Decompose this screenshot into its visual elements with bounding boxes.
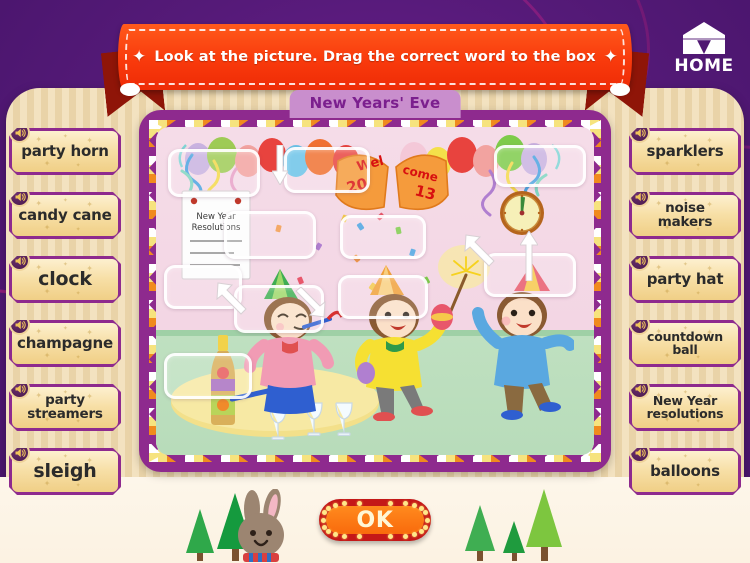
instruction-text: Look at the picture. Drag the correct wo… — [154, 49, 596, 65]
word-card-label: clock — [38, 267, 92, 290]
speaker-icon[interactable] — [9, 378, 30, 399]
marquee-bulb — [387, 500, 393, 506]
speaker-icon[interactable] — [9, 250, 30, 271]
home-button[interactable]: HOME — [668, 14, 740, 76]
marquee-bulb — [419, 529, 425, 535]
word-card[interactable]: ✦ ✦ ✦ ✦ ✦ party hat — [629, 256, 741, 303]
drop-box-confetti[interactable] — [340, 215, 426, 259]
word-card-label: balloons — [650, 461, 720, 480]
drop-box-countdown[interactable] — [494, 145, 586, 187]
word-card-label: noise makers — [657, 199, 713, 230]
picture-frame: Wel 20 come 13 New Year Resolutions — [139, 110, 611, 472]
word-card-column-right: ✦ ✦ ✦ ✦ ✦ sparklers ✦ ✦ ✦ ✦ ✦ noise makers ✦ ✦ ✦ ✦ ✦ party… — [629, 128, 741, 512]
marquee-bulb — [357, 500, 363, 506]
word-card-label: champagne — [17, 333, 113, 352]
ribbon-knob-right — [610, 83, 630, 96]
word-card[interactable]: ✦ ✦ ✦ ✦ ✦ New Year resolutions — [629, 384, 741, 431]
speaker-icon[interactable] — [629, 250, 650, 271]
drop-box-maracas[interactable] — [338, 275, 428, 319]
pine-tree-icon — [465, 505, 495, 561]
clock-icon — [500, 191, 544, 235]
marquee-bulb — [357, 534, 363, 540]
word-card-label: sparklers — [646, 141, 724, 160]
ok-button-inner: OK — [326, 506, 424, 534]
marquee-bulb — [423, 525, 429, 531]
drop-box-champagne[interactable] — [164, 353, 252, 399]
pointer-arrow-right — [272, 145, 288, 185]
ok-label: OK — [356, 507, 394, 533]
star-icon-right: ✦ — [603, 46, 619, 67]
pointer-arrow-diagonal — [464, 234, 495, 267]
word-card[interactable]: ✦ ✦ ✦ ✦ ✦ party horn — [9, 128, 121, 175]
speaker-icon[interactable] — [629, 442, 650, 463]
word-card-label: New Year resolutions — [646, 392, 724, 421]
speaker-icon[interactable] — [629, 314, 650, 335]
marquee-bulb — [325, 529, 331, 535]
lesson-title-tab: New Years' Eve — [289, 90, 461, 118]
word-card[interactable]: ✦ ✦ ✦ ✦ ✦ countdown ball — [629, 320, 741, 367]
speaker-icon[interactable] — [9, 442, 30, 463]
drop-box-streamers[interactable] — [224, 211, 316, 259]
marquee-bulb — [332, 503, 338, 509]
illustration-scene: Wel 20 come 13 New Year Resolutions — [156, 127, 594, 455]
word-card[interactable]: ✦ ✦ ✦ ✦ ✦ sleigh — [9, 448, 121, 495]
marquee-bulb — [321, 525, 327, 531]
speaker-icon[interactable] — [629, 186, 650, 207]
marquee-bulb — [332, 531, 338, 537]
tent-icon — [683, 22, 725, 54]
pointer-arrow-diagonal — [216, 282, 247, 315]
speaker-icon[interactable] — [629, 378, 650, 399]
word-card-label: party hat — [646, 269, 724, 288]
speaker-icon[interactable] — [9, 186, 30, 207]
star-icon-left: ✦ — [131, 46, 147, 67]
ok-button[interactable]: OK — [319, 499, 431, 541]
pointer-arrow-up — [520, 231, 538, 281]
instruction-text-row: ✦ Look at the picture. Drag the correct … — [131, 46, 619, 67]
word-card-column-left: ✦ ✦ ✦ ✦ ✦ party horn ✦ ✦ ✦ ✦ ✦ candy cane ✦ ✦ ✦ ✦ ✦ clock… — [9, 128, 121, 512]
drop-box-balloons[interactable] — [168, 149, 260, 197]
instruction-ribbon: ✦ Look at the picture. Drag the correct … — [118, 24, 632, 96]
word-card[interactable]: ✦ ✦ ✦ ✦ ✦ champagne — [9, 320, 121, 367]
bunny-mascot — [238, 489, 284, 562]
pointer-arrow-diagonal — [295, 287, 326, 318]
word-card[interactable]: ✦ ✦ ✦ ✦ ✦ candy cane — [9, 192, 121, 239]
word-card[interactable]: ✦ ✦ ✦ ✦ ✦ clock — [9, 256, 121, 303]
pine-tree-icon — [186, 509, 214, 561]
pine-tree-icon — [526, 489, 562, 561]
marquee-bulb — [424, 517, 430, 523]
marquee-bulb — [387, 534, 393, 540]
marquee-bulb — [423, 509, 429, 515]
marquee-bulb — [402, 533, 408, 539]
speaker-icon[interactable] — [9, 314, 30, 335]
drop-box-popper[interactable] — [284, 147, 370, 193]
word-card-label: countdown ball — [647, 328, 723, 357]
marquee-bulb — [320, 517, 326, 523]
home-label: HOME — [674, 56, 734, 76]
word-card[interactable]: ✦ ✦ ✦ ✦ ✦ sparklers — [629, 128, 741, 175]
marquee-bulb — [342, 533, 348, 539]
word-card-label: sleigh — [33, 459, 97, 482]
page-title: New Years' Eve — [309, 94, 441, 112]
marquee-bulb — [321, 509, 327, 515]
word-card[interactable]: ✦ ✦ ✦ ✦ ✦ balloons — [629, 448, 741, 495]
marquee-bulb — [325, 505, 331, 511]
word-card-label: party streamers — [27, 391, 103, 422]
marquee-bulb — [412, 531, 418, 537]
word-card-label: candy cane — [18, 205, 112, 224]
word-card[interactable]: ✦ ✦ ✦ ✦ ✦ party streamers — [9, 384, 121, 431]
ribbon-knob-left — [120, 83, 140, 96]
word-card[interactable]: ✦ ✦ ✦ ✦ ✦ noise makers — [629, 192, 741, 239]
word-card-label: party horn — [21, 141, 109, 160]
